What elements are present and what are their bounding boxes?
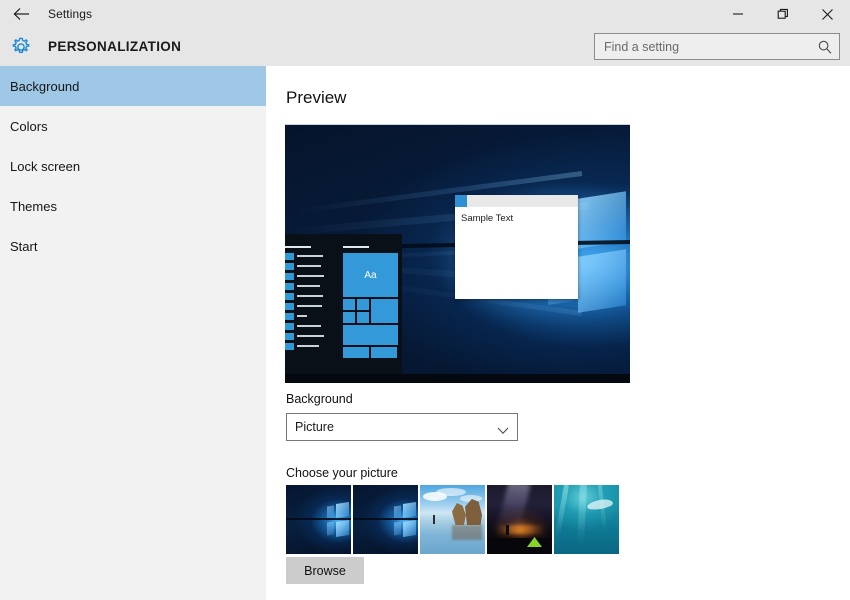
picture-thumbnail-list	[286, 485, 619, 554]
sidebar-item-label: Themes	[10, 198, 57, 214]
thumbnail-underwater-turquoise[interactable]	[554, 485, 619, 554]
start-menu-app-item	[285, 312, 325, 320]
start-menu-app-item	[285, 262, 325, 270]
sidebar-item-label: Background	[10, 78, 80, 94]
choose-picture-label: Choose your picture	[286, 466, 398, 480]
start-menu-tile-row	[343, 347, 398, 358]
start-menu-app-item	[285, 332, 325, 340]
start-menu-list-header	[285, 246, 311, 248]
search-box[interactable]	[594, 33, 840, 60]
start-menu-tile-group	[343, 299, 369, 323]
start-menu-tile	[343, 347, 369, 358]
restore-icon	[777, 8, 789, 20]
search-input[interactable]	[595, 34, 813, 59]
back-arrow-icon	[13, 7, 30, 21]
taskbar-preview	[285, 374, 630, 383]
start-menu-tile-row	[343, 299, 398, 323]
start-menu-app-item	[285, 252, 325, 260]
sidebar-item-lock-screen[interactable]: Lock screen	[0, 146, 266, 186]
browse-button[interactable]: Browse	[286, 557, 364, 584]
thumbnail-windows-hero-blue-1[interactable]	[286, 485, 351, 554]
start-menu-tile-group-header	[343, 246, 369, 248]
start-menu-tile	[371, 299, 398, 323]
background-dropdown[interactable]: Picture	[286, 413, 518, 441]
title-bar: Settings	[0, 0, 850, 28]
sample-window-text: Sample Text	[461, 213, 514, 224]
preview-heading: Preview	[286, 88, 347, 107]
gear-icon	[10, 36, 32, 58]
desktop-preview: Aa Sample Text	[285, 124, 630, 383]
background-dropdown-value: Picture	[295, 420, 334, 434]
minimize-icon	[732, 8, 744, 20]
start-menu-tile	[357, 299, 369, 310]
start-menu-preview: Aa	[285, 234, 402, 374]
restore-button[interactable]	[760, 0, 805, 28]
sidebar-item-background[interactable]: Background	[0, 66, 266, 106]
chevron-down-icon	[497, 423, 509, 434]
sidebar: Background Colors Lock screen Themes Sta…	[0, 66, 266, 600]
start-menu-tile	[371, 347, 397, 358]
background-label: Background	[286, 392, 353, 406]
start-menu-app-item	[285, 342, 325, 350]
start-menu-tiles: Aa	[343, 253, 398, 358]
thumbnail-night-sky-milky-way-tent[interactable]	[487, 485, 552, 554]
start-menu-app-item	[285, 302, 325, 310]
start-menu-app-item	[285, 322, 325, 330]
content-pane: Preview Aa Sample Text Background Pictur…	[266, 66, 850, 600]
settings-window: Settings PERSONALIZATION Find a setting …	[0, 0, 850, 600]
sample-window-titlebar	[455, 195, 578, 207]
start-menu-tile-label: Aa	[364, 269, 377, 281]
sidebar-item-colors[interactable]: Colors	[0, 106, 266, 146]
sidebar-item-label: Lock screen	[10, 158, 81, 174]
sidebar-item-start[interactable]: Start	[0, 226, 266, 266]
start-menu-tile	[343, 325, 398, 345]
close-button[interactable]	[805, 0, 850, 28]
minimize-button[interactable]	[715, 0, 760, 28]
sample-window-preview: Sample Text	[455, 195, 578, 299]
start-menu-tile	[343, 299, 355, 310]
search-icon[interactable]	[817, 39, 833, 55]
sidebar-item-label: Colors	[10, 118, 48, 134]
sidebar-item-label: Start	[10, 238, 38, 254]
start-menu-tile-aa: Aa	[343, 253, 398, 297]
start-menu-tile	[343, 312, 355, 323]
windows-flag-quadrant	[578, 249, 626, 313]
start-menu-app-list	[285, 252, 325, 352]
thumbnail-windows-hero-blue-2[interactable]	[353, 485, 418, 554]
thumbnail-beach-rocks-sunrise[interactable]	[420, 485, 485, 554]
back-button[interactable]	[0, 0, 42, 28]
start-menu-app-item	[285, 272, 325, 280]
close-icon	[821, 8, 834, 21]
start-menu-app-item	[285, 292, 325, 300]
sidebar-item-themes[interactable]: Themes	[0, 186, 266, 226]
sample-window-app-icon	[455, 195, 467, 207]
start-menu-tile	[357, 312, 369, 323]
start-menu-app-item	[285, 282, 325, 290]
app-title: Settings	[48, 7, 93, 21]
page-title: PERSONALIZATION	[48, 39, 182, 54]
window-controls	[715, 0, 850, 28]
